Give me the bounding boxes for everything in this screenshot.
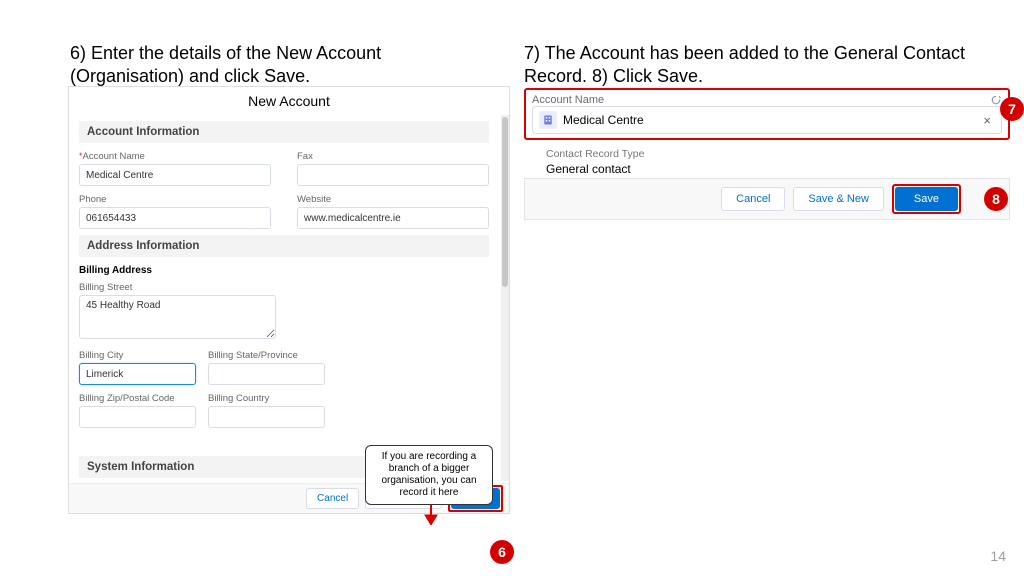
cancel-button-r[interactable]: Cancel xyxy=(721,187,785,211)
parent-account-callout: If you are recording a branch of a bigge… xyxy=(365,445,493,505)
step6-caption: 6) Enter the details of the New Account … xyxy=(70,42,450,89)
step7-caption: 7) The Account has been added to the Gen… xyxy=(524,42,984,89)
label-billing-zip: Billing Zip/Postal Code xyxy=(79,393,196,404)
clear-chip-icon[interactable]: × xyxy=(979,113,995,128)
save-button-highlight-r: Save xyxy=(892,184,961,214)
billing-address-subheader: Billing Address xyxy=(79,265,489,276)
input-fax[interactable] xyxy=(297,164,489,186)
label-website: Website xyxy=(297,194,489,205)
label-billing-street: Billing Street xyxy=(79,282,489,293)
dialog-body: Account Information *Account Name Fax Ph… xyxy=(69,115,499,481)
label-account-name-r: Account Name xyxy=(532,94,604,106)
section-address-info: Address Information xyxy=(79,235,489,257)
input-billing-city[interactable] xyxy=(79,363,196,385)
account-chip-input[interactable]: Medical Centre × xyxy=(532,106,1002,134)
input-billing-zip[interactable] xyxy=(79,406,196,428)
label-billing-city: Billing City xyxy=(79,350,196,361)
label-billing-country: Billing Country xyxy=(208,393,325,404)
input-billing-country[interactable] xyxy=(208,406,325,428)
step-badge-8: 8 xyxy=(984,187,1008,211)
cancel-button[interactable]: Cancel xyxy=(306,488,359,509)
account-icon xyxy=(539,111,557,129)
input-website[interactable] xyxy=(297,207,489,229)
dialog-title: New Account xyxy=(69,87,509,117)
input-billing-state[interactable] xyxy=(208,363,325,385)
account-name-highlight: Account Name Medical Centre × xyxy=(524,88,1010,140)
account-chip-text: Medical Centre xyxy=(563,113,644,127)
section-account-info: Account Information xyxy=(79,121,489,143)
scrollbar[interactable] xyxy=(501,115,509,481)
new-account-dialog: New Account Account Information *Account… xyxy=(68,86,510,514)
input-account-name[interactable] xyxy=(79,164,271,186)
account-name-picker: Account Name Medical Centre × Contact Re… xyxy=(524,88,1010,176)
input-phone[interactable] xyxy=(79,207,271,229)
label-account-name: *Account Name xyxy=(79,151,271,162)
label-phone: Phone xyxy=(79,194,271,205)
input-billing-street[interactable]: 45 Healthy Road xyxy=(79,295,276,339)
page-number: 14 xyxy=(990,548,1006,564)
label-contact-record-type: Contact Record Type xyxy=(546,148,1010,160)
step-badge-6: 6 xyxy=(490,540,514,564)
step-badge-7b: 7 xyxy=(1000,97,1024,121)
save-and-new-button-r[interactable]: Save & New xyxy=(793,187,884,211)
contact-buttonbar: Cancel Save & New Save xyxy=(524,178,1010,220)
label-fax: Fax xyxy=(297,151,489,162)
value-contact-record-type: General contact xyxy=(546,162,1010,176)
save-button-r[interactable]: Save xyxy=(895,187,958,211)
label-billing-state: Billing State/Province xyxy=(208,350,325,361)
